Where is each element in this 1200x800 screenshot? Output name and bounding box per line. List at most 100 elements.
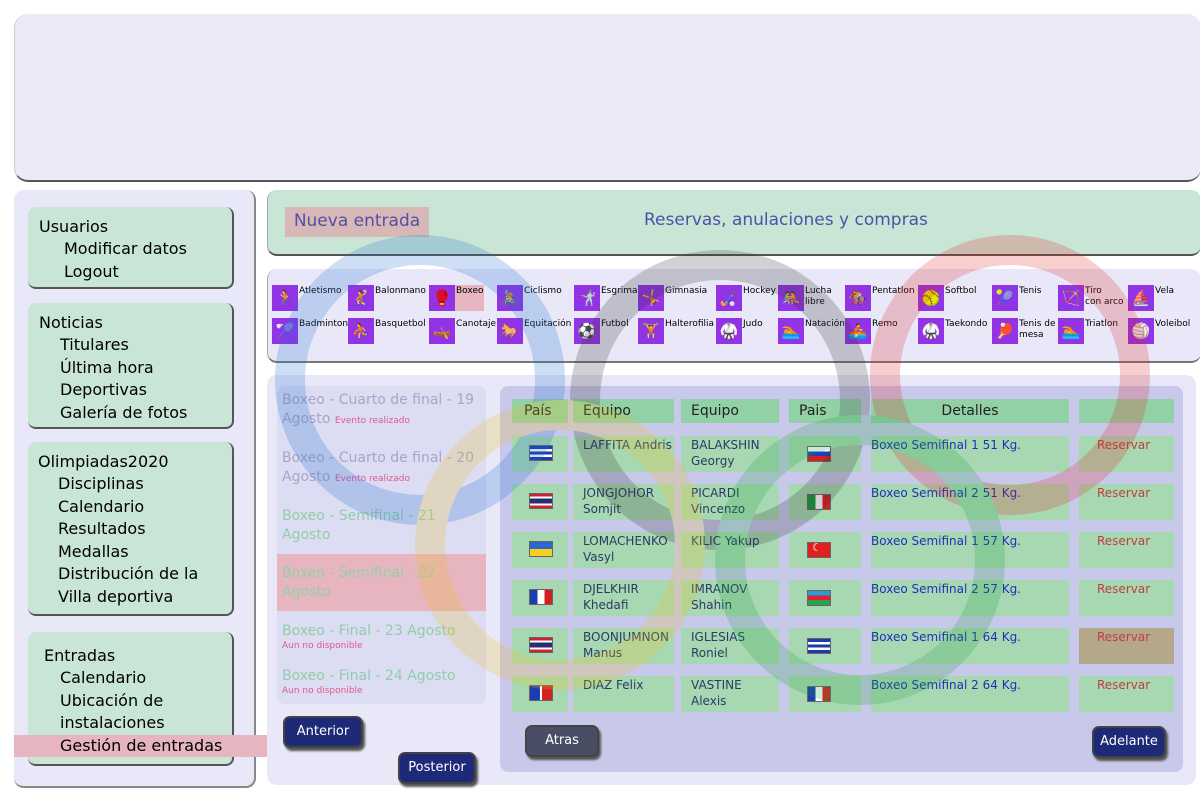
menu-item-gestion-entradas[interactable]: Gestión de entradas	[14, 734, 268, 757]
event-item[interactable]: Boxeo - Final - 24 Agosto Aun no disponib…	[277, 667, 486, 696]
weightlifting-icon: 🏋	[638, 318, 664, 344]
nueva-entrada-button[interactable]: Nueva entrada	[285, 207, 429, 237]
menu-item-instalaciones[interactable]: instalaciones	[60, 712, 232, 735]
event-item[interactable]: Boxeo - Semifinal - 22 Agosto	[277, 554, 486, 611]
event-item[interactable]: Boxeo - Cuarto de final - 20 Agosto Event…	[277, 449, 486, 489]
taekwondo-icon: 🥋	[918, 318, 944, 344]
menu-item-ultima-hora[interactable]: Última hora	[60, 357, 232, 380]
event-title: Boxeo - Final - 23 Agosto	[282, 623, 456, 639]
sport-label: Esgrima	[601, 286, 638, 296]
menu-item-calendario[interactable]: Calendario	[58, 496, 232, 519]
reservar-link[interactable]: Reservar	[1097, 486, 1150, 500]
event-status: Evento realizado	[334, 416, 410, 426]
table-tennis-icon: 🏓	[992, 318, 1018, 344]
atras-button[interactable]: Atras	[525, 725, 599, 757]
sport-tenis[interactable]: 🎾 Tenis	[992, 285, 1041, 311]
menu-item-modificar-datos[interactable]: Modificar datos	[64, 238, 232, 261]
anterior-button[interactable]: Anterior	[283, 716, 363, 748]
basketball-icon: ⛹	[348, 318, 374, 344]
sport-tenisde[interactable]: 🏓 Tenis de mesa	[992, 318, 1056, 344]
sport-badminton[interactable]: 🏸 Badminton	[272, 318, 348, 344]
match-detail[interactable]: Boxeo Semifinal 2 57 Kg.	[871, 582, 1021, 596]
sport-balonmano[interactable]: 🤾 Balonmano	[348, 285, 426, 311]
sport-taekondo[interactable]: 🥋 Taekondo	[918, 318, 987, 344]
sport-canotaje[interactable]: 🛶 Canotaje	[429, 318, 496, 344]
sport-gimnasia[interactable]: 🤸 Gimnasia	[638, 285, 707, 311]
france-flag-icon	[807, 686, 831, 702]
match-detail[interactable]: Boxeo Semifinal 1 64 Kg.	[871, 630, 1021, 644]
adelante-button[interactable]: Adelante	[1092, 726, 1166, 758]
team2-name: KILIC Yakup	[691, 534, 760, 548]
sport-label: Canotaje	[456, 319, 497, 329]
tennis-icon: 🎾	[992, 285, 1018, 311]
event-date: Agosto Evento realizado	[282, 411, 410, 427]
event-item[interactable]: Boxeo - Final - 23 Agosto Aun no disponib…	[277, 622, 486, 651]
reservar-link[interactable]: Reservar	[1097, 582, 1150, 596]
menu-item-ubicacion[interactable]: Ubicación de	[60, 690, 232, 713]
team1-name: DJELKHIR Khedafi	[583, 582, 639, 612]
event-title: Boxeo - Semifinal - 22	[282, 565, 436, 581]
sport-triatlon[interactable]: 🏊 Triatlon	[1058, 318, 1118, 344]
event-title: Boxeo - Cuarto de final - 20	[282, 450, 475, 466]
sport-futbol[interactable]: ⚽ Futbol	[574, 318, 629, 344]
sport-basquetbol[interactable]: ⛹ Basquetbol	[348, 318, 426, 344]
sport-label: Hockey	[743, 286, 776, 296]
sport-label: Softbol	[945, 286, 977, 296]
menu-item-titulares[interactable]: Titulares	[60, 334, 232, 357]
rowing-icon: 🚣	[845, 318, 871, 344]
match-detail[interactable]: Boxeo Semifinal 2 51 Kg.	[871, 486, 1021, 500]
event-list: Boxeo - Cuarto de final - 19 Agosto Event…	[277, 386, 486, 704]
table-header: Detalles	[871, 399, 1069, 423]
sport-label: Atletismo	[299, 286, 342, 296]
reservar-link[interactable]: Reservar	[1097, 534, 1150, 548]
sport-natacin[interactable]: 🏊 Natación	[778, 318, 845, 344]
reservar-link[interactable]: Reservar	[1097, 678, 1150, 692]
sport-tiro[interactable]: 🏹 Tiro con arco	[1058, 285, 1124, 311]
sport-label: Tenis de mesa	[1019, 319, 1056, 340]
ukraine-flag-icon	[529, 541, 553, 557]
sport-boxeo[interactable]: 🥊 Boxeo	[429, 285, 484, 311]
menu-item-logout[interactable]: Logout	[64, 261, 232, 284]
match-detail[interactable]: Boxeo Semifinal 2 64 Kg.	[871, 678, 1021, 692]
sport-ciclismo[interactable]: 🚴 Ciclismo	[497, 285, 562, 311]
event-item[interactable]: Boxeo - Cuarto de final - 19 Agosto Event…	[277, 391, 486, 431]
match-detail[interactable]: Boxeo Semifinal 1 51 Kg.	[871, 438, 1021, 452]
sport-equitacin[interactable]: 🐎 Equitación	[497, 318, 571, 344]
team2-name: IMRANOV Shahin	[691, 582, 748, 612]
sport-lucha[interactable]: 🤼 Lucha libre	[778, 285, 832, 311]
match-detail[interactable]: Boxeo Semifinal 1 57 Kg.	[871, 534, 1021, 548]
sport-esgrima[interactable]: 🤺 Esgrima	[574, 285, 638, 311]
sport-halterofilia[interactable]: 🏋 Halterofilia	[638, 318, 714, 344]
sport-voleibol[interactable]: 🏐 Voleibol	[1128, 318, 1190, 344]
sport-label: Vela	[1155, 286, 1175, 296]
sport-label: Triatlon	[1085, 319, 1119, 329]
sport-label: Taekondo	[945, 319, 988, 329]
sport-hockey[interactable]: 🏑 Hockey	[716, 285, 776, 311]
turkey-flag-icon: ☾	[807, 541, 831, 558]
sport-softbol[interactable]: 🥎 Softbol	[918, 285, 976, 311]
menu-item-resultados[interactable]: Resultados	[58, 518, 232, 541]
sport-label: Boxeo	[456, 286, 484, 296]
menu-olimpiadas-title: Olimpiadas2020	[38, 452, 169, 471]
sport-pentatlon[interactable]: 🏇 Pentatlon	[845, 285, 915, 311]
menu-item-medallas[interactable]: Medallas	[58, 541, 232, 564]
sport-judo[interactable]: 🥋 Judo	[716, 318, 763, 344]
judo-icon: 🥋	[716, 318, 742, 344]
page-title: Reservas, anulaciones y compras	[644, 210, 928, 230]
sport-vela[interactable]: ⛵ Vela	[1128, 285, 1174, 311]
table-header: Equipo	[681, 399, 779, 423]
sport-label: Judo	[743, 319, 763, 329]
menu-olimpiadas: Olimpiadas2020 Disciplinas Calendario Re…	[28, 442, 234, 616]
menu-item-deportivas[interactable]: Deportivas	[60, 379, 232, 402]
posterior-button[interactable]: Posterior	[398, 752, 476, 784]
reservar-link[interactable]: Reservar	[1097, 438, 1150, 452]
reservar-link[interactable]: Reservar	[1097, 630, 1150, 644]
menu-item-entradas-calendario[interactable]: Calendario	[60, 667, 232, 690]
sport-atletismo[interactable]: 🏃 Atletismo	[272, 285, 342, 311]
menu-item-distribucion[interactable]: Distribución de la	[58, 563, 232, 586]
sport-remo[interactable]: 🚣 Remo	[845, 318, 898, 344]
menu-item-disciplinas[interactable]: Disciplinas	[58, 473, 232, 496]
menu-item-villa-deportiva[interactable]: Villa deportiva	[58, 586, 232, 609]
menu-item-galeria-fotos[interactable]: Galería de fotos	[60, 402, 232, 425]
event-item[interactable]: Boxeo - Semifinal - 21 Agosto	[277, 507, 486, 545]
